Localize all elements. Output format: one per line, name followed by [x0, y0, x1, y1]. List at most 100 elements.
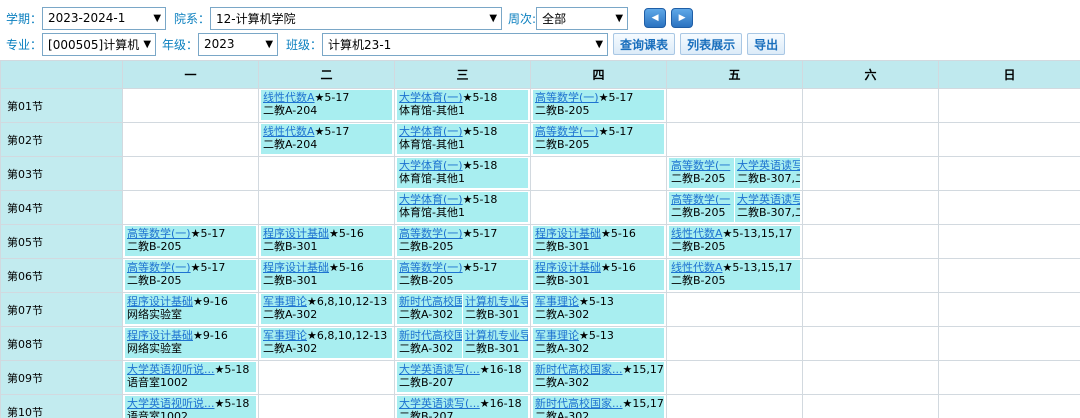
- course-name-link[interactable]: 军事理论: [535, 329, 579, 342]
- course-name-link[interactable]: 线性代数A: [263, 125, 315, 138]
- schedule-cell: [802, 258, 939, 293]
- course-block[interactable]: 新时代高校国 二教A-302: [397, 294, 462, 324]
- course-name-link[interactable]: 新时代高校国: [399, 329, 462, 342]
- course-name-link[interactable]: 大学英语读写: [737, 193, 800, 206]
- course-block[interactable]: 线性代数A★5-13,15,17 二教B-205: [669, 226, 800, 256]
- course-block[interactable]: 大学英语视听说...★5-18 语音室1002: [125, 396, 256, 418]
- course-block[interactable]: 计算机专业导 二教B-301: [463, 328, 528, 358]
- course-block[interactable]: 程序设计基础★5-16 二教B-301: [261, 260, 392, 290]
- course-block[interactable]: 程序设计基础★5-16 二教B-301: [533, 260, 664, 290]
- course-name-link[interactable]: 军事理论: [263, 329, 307, 342]
- term-select[interactable]: 2023-2024-1 ▼: [42, 6, 167, 30]
- course-block[interactable]: 大学体育(一)★5-18 体育馆-其他1: [397, 124, 528, 154]
- course-name-link[interactable]: 程序设计基础: [535, 261, 601, 274]
- major-select[interactable]: [000505]计算机科 ▼: [42, 32, 157, 56]
- course-name-link[interactable]: 高等数学(一): [399, 227, 463, 240]
- class-select[interactable]: 计算机23-1 ▼: [322, 32, 609, 56]
- course-weeks: ★15,17: [622, 397, 664, 410]
- schedule-cell: [258, 190, 395, 225]
- course-block[interactable]: 高等数学(一)★5-17 二教B-205: [397, 260, 528, 290]
- course-name-link[interactable]: 程序设计基础: [535, 227, 601, 240]
- course-name-link[interactable]: 高等数学(一): [399, 261, 463, 274]
- course-name-link[interactable]: 线性代数A: [671, 227, 723, 240]
- course-block[interactable]: 线性代数A★5-13,15,17 二教B-205: [669, 260, 800, 290]
- course-name-link[interactable]: 大学英语视听说...: [127, 397, 215, 410]
- course-name-link[interactable]: 大学体育(一): [399, 159, 463, 172]
- course-block[interactable]: 程序设计基础★9-16 网络实验室: [125, 294, 256, 324]
- course-block[interactable]: 军事理论★6,8,10,12-13 二教A-302: [261, 328, 392, 358]
- course-name-link[interactable]: 计算机专业导: [465, 329, 528, 342]
- course-block[interactable]: 高等数学(一)★5-17 二教B-205: [125, 260, 256, 290]
- course-name-link[interactable]: 高等数学(一): [127, 261, 191, 274]
- course-block[interactable]: 高等数学(一)★5-17 二教B-205: [533, 124, 664, 154]
- course-block[interactable]: 高等数学(一 二教B-205: [669, 192, 734, 222]
- course-name-link[interactable]: 线性代数A: [671, 261, 723, 274]
- course-name-link[interactable]: 高等数学(一): [535, 125, 599, 138]
- schedule-cell: [938, 122, 1080, 157]
- course-name-link[interactable]: 高等数学(一: [671, 193, 730, 206]
- course-name-link[interactable]: 高等数学(一): [535, 91, 599, 104]
- college-label: 院系：: [174, 11, 211, 26]
- course-name-link[interactable]: 军事理论: [263, 295, 307, 308]
- course-name-link[interactable]: 大学英语视听说...: [127, 363, 215, 376]
- prev-week-button[interactable]: ◀: [644, 8, 667, 28]
- course-name-link[interactable]: 程序设计基础: [127, 295, 193, 308]
- course-block[interactable]: 大学英语视听说...★5-18 语音室1002: [125, 362, 256, 392]
- course-block[interactable]: 线性代数A★5-17 二教A-204: [261, 90, 392, 120]
- course-name-link[interactable]: 高等数学(一): [127, 227, 191, 240]
- course-block[interactable]: 军事理论★5-13 二教A-302: [533, 294, 664, 324]
- course-block[interactable]: 高等数学(一 二教B-205: [669, 158, 734, 188]
- week-select[interactable]: 全部 ▼: [536, 6, 629, 30]
- course-block[interactable]: 大学体育(一)★5-18 体育馆-其他1: [397, 158, 528, 188]
- course-block[interactable]: 程序设计基础★5-16 二教B-301: [261, 226, 392, 256]
- course-block[interactable]: 大学英语读写(...★16-18 二教B-207: [397, 396, 528, 418]
- course-block[interactable]: 程序设计基础★9-16 网络实验室: [125, 328, 256, 358]
- course-name-link[interactable]: 大学体育(一): [399, 125, 463, 138]
- course-name-link[interactable]: 新时代高校国家...: [535, 363, 623, 376]
- course-block[interactable]: 新时代高校国家...★15,17 二教A-302: [533, 396, 664, 418]
- query-schedule-button[interactable]: 查询课表: [613, 33, 676, 55]
- course-room: 二教B-301: [465, 308, 520, 321]
- course-block[interactable]: 新时代高校国家...★15,17 二教A-302: [533, 362, 664, 392]
- course-name-link[interactable]: 程序设计基础: [263, 261, 329, 274]
- course-block[interactable]: 计算机专业导 二教B-301: [463, 294, 528, 324]
- export-button[interactable]: 导出: [747, 33, 786, 55]
- class-value: 计算机23-1: [328, 37, 392, 52]
- course-block[interactable]: 线性代数A★5-17 二教A-204: [261, 124, 392, 154]
- course-name-link[interactable]: 大学英语读写(...: [399, 397, 480, 410]
- course-block[interactable]: 高等数学(一)★5-17 二教B-205: [125, 226, 256, 256]
- course-name-link[interactable]: 高等数学(一: [671, 159, 730, 172]
- course-name-link[interactable]: 大学英语读写(...: [399, 363, 480, 376]
- course-name-link[interactable]: 新时代高校国家...: [535, 397, 623, 410]
- day-header: 五: [666, 60, 803, 89]
- course-block[interactable]: 军事理论★6,8,10,12-13 二教A-302: [261, 294, 392, 324]
- course-name-link[interactable]: 程序设计基础: [127, 329, 193, 342]
- course-block[interactable]: 大学英语读写 二教B-307,二: [735, 192, 800, 222]
- course-block[interactable]: 大学体育(一)★5-18 体育馆-其他1: [397, 192, 528, 222]
- course-room: 网络实验室: [127, 342, 182, 355]
- grade-select[interactable]: 2023 ▼: [198, 32, 279, 56]
- course-slot: 线性代数A★5-17 二教A-204: [261, 90, 392, 120]
- course-block[interactable]: 高等数学(一)★5-17 二教B-205: [533, 90, 664, 120]
- course-name-link[interactable]: 大学体育(一): [399, 91, 463, 104]
- course-block[interactable]: 大学英语读写 二教B-307,二: [735, 158, 800, 188]
- course-name-link[interactable]: 计算机专业导: [465, 295, 528, 308]
- schedule-cell: 大学体育(一)★5-18 体育馆-其他1: [394, 156, 531, 191]
- course-name-link[interactable]: 线性代数A: [263, 91, 315, 104]
- course-block[interactable]: 新时代高校国 二教A-302: [397, 328, 462, 358]
- course-name-link[interactable]: 新时代高校国: [399, 295, 462, 308]
- course-slot: 大学英语视听说...★5-18 语音室1002: [125, 396, 256, 418]
- course-block[interactable]: 大学体育(一)★5-18 体育馆-其他1: [397, 90, 528, 120]
- course-block[interactable]: 军事理论★5-13 二教A-302: [533, 328, 664, 358]
- course-name-link[interactable]: 程序设计基础: [263, 227, 329, 240]
- list-view-button[interactable]: 列表展示: [680, 33, 743, 55]
- next-week-button[interactable]: ▶: [671, 8, 694, 28]
- course-block[interactable]: 程序设计基础★5-16 二教B-301: [533, 226, 664, 256]
- college-select[interactable]: 12-计算机学院 ▼: [210, 6, 503, 30]
- course-name-link[interactable]: 军事理论: [535, 295, 579, 308]
- course-block[interactable]: 大学英语读写(...★16-18 二教B-207: [397, 362, 528, 392]
- course-block[interactable]: 高等数学(一)★5-17 二教B-205: [397, 226, 528, 256]
- course-name-link[interactable]: 大学英语读写: [737, 159, 800, 172]
- course-name-link[interactable]: 大学体育(一): [399, 193, 463, 206]
- day-header: 四: [530, 60, 667, 89]
